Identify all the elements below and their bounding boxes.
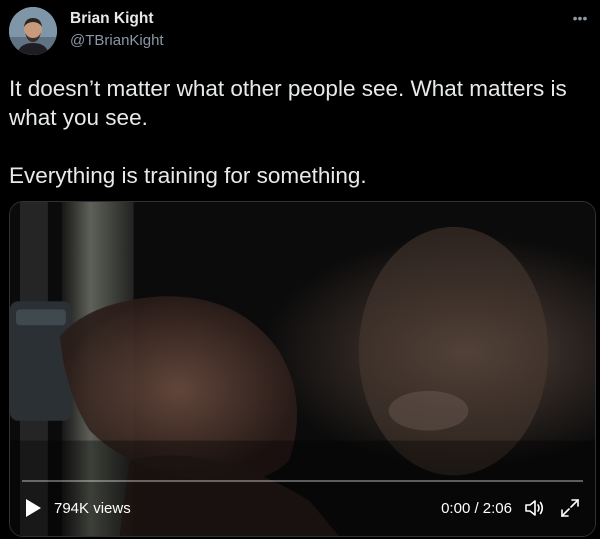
tweet-card: Brian Kight @TBrianKight ••• It doesn’t … [0,0,600,539]
avatar-image [9,7,57,55]
video-player[interactable]: 794K views 0:00 / 2:06 [9,201,596,537]
video-view-count: 794K views [54,500,131,517]
avatar[interactable] [9,7,57,55]
tweet-text: It doesn’t matter what other people see.… [9,74,594,190]
video-time: 0:00 / 2:06 [441,500,512,517]
more-horizontal-icon[interactable]: ••• [569,11,591,25]
tweet-paragraph: Everything is training for something. [9,163,367,188]
fullscreen-icon[interactable] [559,497,581,519]
volume-icon[interactable] [523,497,545,519]
video-controls: 794K views 0:00 / 2:06 [10,480,595,536]
author-display-name[interactable]: Brian Kight [70,10,154,28]
play-icon[interactable] [24,498,42,518]
author-handle[interactable]: @TBrianKight [70,32,164,49]
tweet-paragraph: It doesn’t matter what other people see.… [9,76,567,130]
